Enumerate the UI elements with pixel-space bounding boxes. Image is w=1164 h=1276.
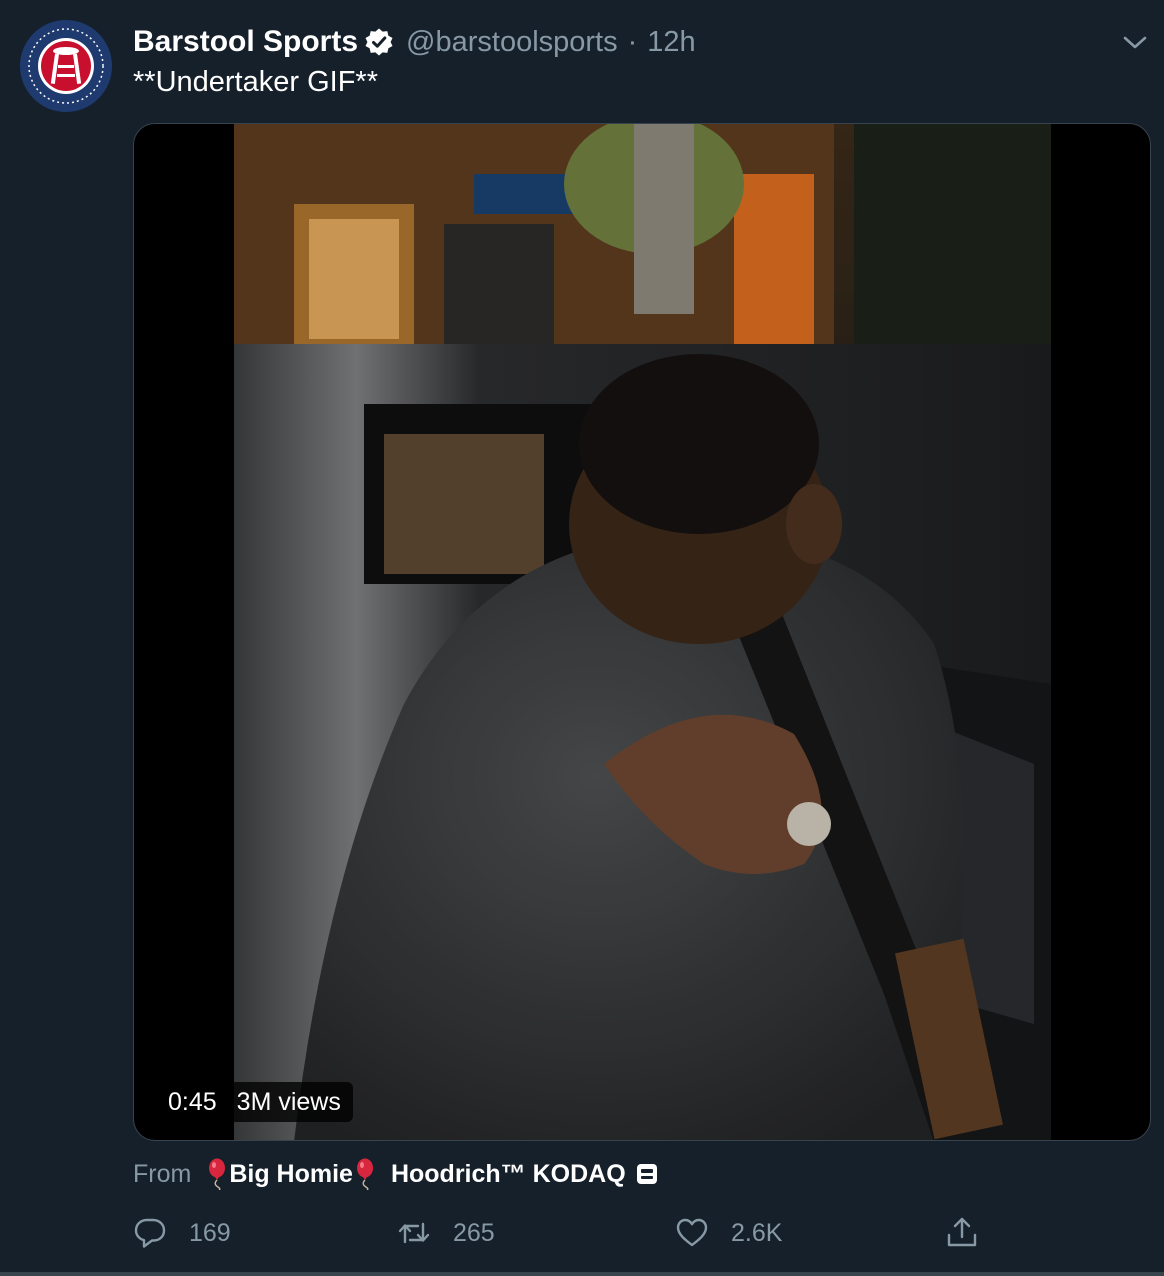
like-count: 2.6K [731, 1218, 783, 1247]
balloon-icon [207, 1158, 227, 1191]
video-duration-badge: 0:45 3M views [156, 1082, 353, 1122]
share-button[interactable] [945, 1208, 979, 1258]
video-frame[interactable] [234, 124, 1051, 1140]
video-thumbnail [234, 124, 1051, 1140]
attribution-name-part1[interactable]: Big Homie [229, 1160, 353, 1189]
header-separator: · [627, 25, 638, 58]
display-name[interactable]: Barstool Sports [133, 25, 358, 59]
user-handle[interactable]: @barstoolsports [406, 26, 618, 59]
retweet-count: 265 [453, 1218, 495, 1247]
video-view-count: 3M views [236, 1087, 341, 1116]
verified-badge-icon [364, 27, 394, 57]
avatar[interactable] [20, 20, 112, 112]
like-button[interactable]: 2.6K [675, 1208, 782, 1258]
reply-icon [134, 1218, 166, 1248]
share-icon [947, 1217, 977, 1247]
reply-count: 169 [189, 1218, 231, 1247]
retweet-icon [398, 1222, 430, 1244]
heart-icon [676, 1218, 708, 1247]
balloon-icon [355, 1158, 375, 1191]
tweet-action-bar: 169 265 2.6K [133, 1208, 993, 1258]
barstool-logo-icon [20, 20, 112, 112]
tweet-divider [0, 1272, 1164, 1276]
tweet-timestamp[interactable]: 12h [647, 26, 695, 59]
reply-button[interactable]: 169 [133, 1208, 231, 1258]
from-label: From [133, 1159, 192, 1188]
automated-account-robot-icon [636, 1163, 658, 1185]
tweet-card[interactable]: Barstool Sports @barstoolsports · 12h **… [0, 0, 1164, 1276]
tweet-header: Barstool Sports @barstoolsports · 12h [133, 22, 696, 62]
tweet-text: **Undertaker GIF** [133, 66, 378, 98]
retweet-button[interactable]: 265 [397, 1208, 495, 1258]
video-attribution: From Big Homie Hoodrich™ KODAQ [133, 1156, 658, 1192]
more-options-chevron-down-icon[interactable] [1118, 28, 1152, 56]
video-player[interactable]: 0:45 3M views [133, 123, 1151, 1141]
attribution-name-part2[interactable]: Hoodrich™ KODAQ [391, 1160, 626, 1189]
video-duration: 0:45 [168, 1087, 217, 1116]
